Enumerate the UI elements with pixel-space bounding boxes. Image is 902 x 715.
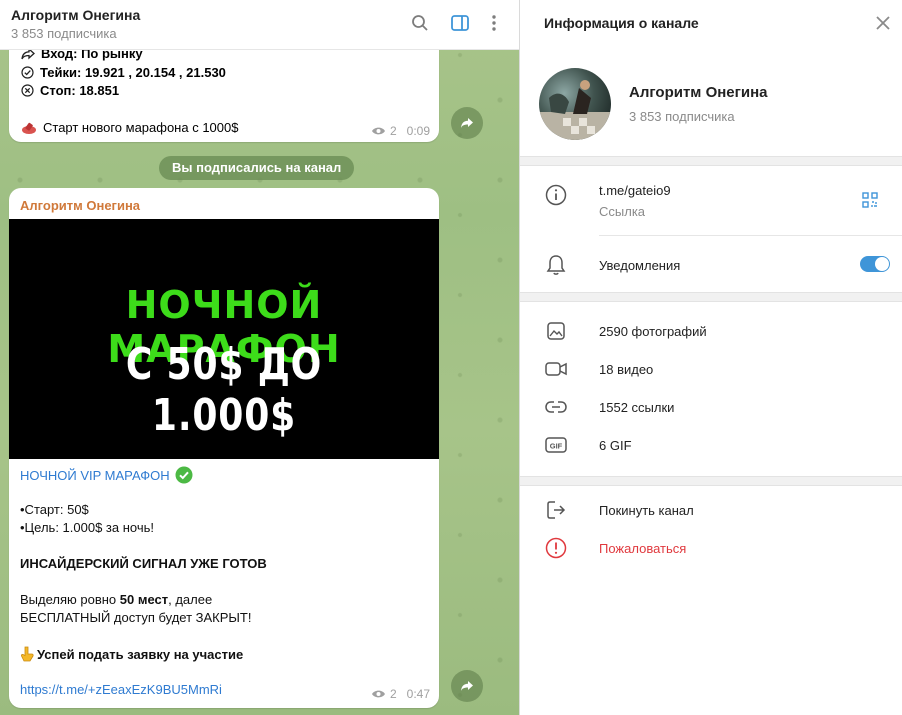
places-line: Выделяю ровно 50 мест, далее xyxy=(20,592,212,607)
chat-panel: Алгоритм Онегина 3 853 подписчика Вход: … xyxy=(0,0,519,715)
marathon-banner-image[interactable]: НОЧНОЙ МАРАФОН С 50$ ДО 1.000$ xyxy=(9,219,439,459)
photos-count[interactable]: 2590 фотографий xyxy=(599,324,707,339)
message-time: 0:09 xyxy=(406,124,430,138)
views-count: 2 xyxy=(389,687,397,701)
check-circle-icon xyxy=(21,66,34,79)
row-divider xyxy=(599,235,902,236)
service-message: Вы подписались на канал xyxy=(159,156,355,180)
invite-link[interactable]: https://t.me/+zEeaxEzK9BU5MmRi xyxy=(20,682,222,697)
link-icon xyxy=(544,395,568,419)
message-meta: 2 0:09 xyxy=(371,124,430,138)
takes-line: Тейки: 19.921 , 20.154 , 21.530 xyxy=(21,65,226,80)
apply-text: Успей подать заявку на участие xyxy=(37,646,244,662)
video-icon xyxy=(544,357,568,381)
sidebar-toggle-icon[interactable] xyxy=(449,12,471,34)
report-button[interactable]: Пожаловаться xyxy=(599,541,686,556)
qr-code-icon[interactable] xyxy=(862,192,878,208)
forward-button[interactable] xyxy=(451,107,483,139)
search-icon[interactable] xyxy=(409,12,431,34)
section-separator xyxy=(520,476,902,486)
links-count[interactable]: 1552 ссылки xyxy=(599,400,674,415)
pointing-down-emoji-icon xyxy=(20,646,34,662)
goal-line: •Цель: 1.000$ за ночь! xyxy=(20,520,155,535)
photo-icon xyxy=(544,319,568,343)
cross-circle-icon xyxy=(21,84,34,97)
message-bubble[interactable]: Алгоритм Онегина НОЧНОЙ МАРАФОН С 50$ ДО… xyxy=(9,188,439,708)
videos-count[interactable]: 18 видео xyxy=(599,362,653,377)
channel-link-caption: Ссылка xyxy=(599,204,646,219)
svg-text:GIF: GIF xyxy=(550,442,563,451)
vip-title-link[interactable]: НОЧНОЙ VIP МАРАФОН xyxy=(20,468,170,483)
stop-text: Стоп: 18.851 xyxy=(40,83,120,98)
channel-subscribers: 3 853 подписчика xyxy=(629,109,735,124)
more-options-icon[interactable] xyxy=(483,12,505,34)
start-line: •Старт: 50$ xyxy=(20,502,89,517)
closed-line: БЕСПЛАТНЫЙ доступ будет ЗАКРЫТ! xyxy=(20,610,252,625)
views-icon xyxy=(371,126,386,136)
banner-line-2: С 50$ ДО 1.000$ xyxy=(125,339,323,441)
leave-icon xyxy=(544,498,568,522)
views-icon xyxy=(371,689,386,699)
channel-info-panel: Информация о канале Алгоритм Онегина 3 8… xyxy=(519,0,902,715)
chat-subscriber-count: 3 853 подписчика xyxy=(11,26,117,41)
marathon-text: Старт нового марафона с 1000$ xyxy=(43,120,239,135)
notifications-toggle[interactable] xyxy=(860,256,890,272)
bell-icon xyxy=(544,253,568,277)
places-prefix: Выделяю ровно xyxy=(20,592,120,607)
chat-header[interactable]: Алгоритм Онегина 3 853 подписчика xyxy=(0,0,519,50)
section-separator xyxy=(520,292,902,302)
sender-name[interactable]: Алгоритм Онегина xyxy=(20,198,140,213)
vip-title-line: НОЧНОЙ VIP МАРАФОН xyxy=(20,466,193,484)
section-separator xyxy=(520,156,902,166)
close-icon[interactable] xyxy=(874,14,892,32)
takes-text: Тейки: 19.921 , 20.154 , 21.530 xyxy=(40,65,226,80)
places-bold: 50 мест xyxy=(119,592,169,607)
views-count: 2 xyxy=(389,124,397,138)
message-time: 0:47 xyxy=(406,687,430,701)
message-meta: 2 0:47 xyxy=(371,687,430,701)
check-mark-emoji-icon xyxy=(175,466,193,484)
apply-line: Успей подать заявку на участие xyxy=(20,646,243,662)
marathon-line: Старт нового марафона с 1000$ xyxy=(21,120,238,135)
places-suffix: , далее xyxy=(168,592,213,607)
channel-link[interactable]: t.me/gateio9 xyxy=(599,183,671,198)
gifs-count[interactable]: 6 GIF xyxy=(599,438,632,453)
info-icon xyxy=(544,183,568,207)
insider-line: ИНСАЙДЕРСКИЙ СИГНАЛ УЖЕ ГОТОВ xyxy=(20,556,267,571)
channel-avatar[interactable] xyxy=(539,68,611,140)
gif-icon: GIF xyxy=(544,433,568,457)
forward-button[interactable] xyxy=(451,670,483,702)
leave-channel-button[interactable]: Покинуть канал xyxy=(599,503,694,518)
notifications-label: Уведомления xyxy=(599,258,681,273)
chat-title[interactable]: Алгоритм Онегина xyxy=(11,7,140,23)
channel-name: Алгоритм Онегина xyxy=(629,84,768,101)
lipstick-emoji-icon xyxy=(21,121,37,135)
info-panel-title: Информация о канале xyxy=(544,15,699,31)
stop-line: Стоп: 18.851 xyxy=(21,83,119,98)
warning-icon xyxy=(544,536,568,560)
